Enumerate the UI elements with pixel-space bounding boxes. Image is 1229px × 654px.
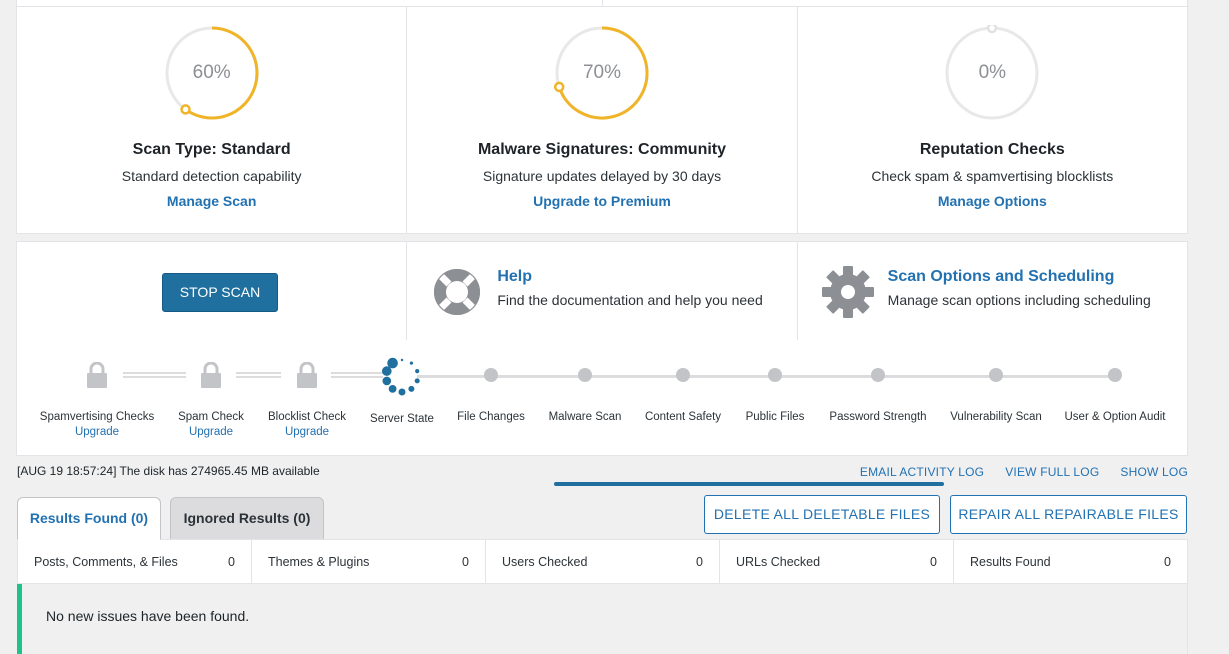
scan-stages: Spamvertising Checks Upgrade Spam Check Upg… (16, 340, 1188, 456)
stop-scan-cell: STOP SCAN (17, 242, 408, 340)
gear-icon (821, 266, 874, 318)
activity-log-message: [AUG 19 18:57:24] The disk has 274965.45… (17, 464, 320, 478)
help-description: Find the documentation and help you need (497, 292, 763, 308)
stat-value: 0 (696, 554, 703, 569)
stage-upgrade-link[interactable]: Upgrade (247, 426, 367, 438)
manage-scan-link[interactable]: Manage Scan (17, 193, 406, 209)
stage-node (1108, 368, 1122, 382)
manage-options-link[interactable]: Manage Options (798, 193, 1187, 209)
action-row: STOP SCAN Help Find the documentation an… (16, 241, 1188, 341)
tab-results-found[interactable]: Results Found (0) (17, 497, 161, 540)
stage-name: Public Files (745, 411, 805, 423)
view-full-log-link[interactable]: VIEW FULL LOG (1005, 465, 1099, 479)
upgrade-premium-link[interactable]: Upgrade to Premium (407, 193, 796, 209)
reputation-checks-card: 0% Reputation Checks Check spam & spamve… (798, 7, 1187, 233)
stat-value: 0 (462, 554, 469, 569)
stat-urls-checked: URLs Checked 0 (720, 540, 954, 583)
lock-icon (87, 362, 107, 388)
scan-type-gauge: 60% (164, 25, 260, 121)
notice-message: No new issues have been found. (46, 608, 250, 624)
stage-node (871, 368, 885, 382)
malware-signatures-card: 70% Malware Signatures: Community Signat… (407, 7, 798, 233)
delete-all-deletable-files-button[interactable]: DELETE ALL DELETABLE FILES (704, 495, 940, 534)
loading-spinner-icon (382, 357, 420, 396)
stat-value: 0 (930, 554, 937, 569)
stage-node (676, 368, 690, 382)
stat-label: URLs Checked (736, 554, 821, 569)
stage-upgrade-link[interactable]: Upgrade (37, 426, 157, 438)
stat-label: Themes & Plugins (268, 554, 370, 569)
stage-node (989, 368, 1003, 382)
lifebuoy-icon (434, 269, 481, 315)
scan-type-title: Scan Type: Standard (132, 141, 291, 158)
malware-signatures-gauge: 70% (553, 25, 650, 121)
stage-connector (236, 372, 281, 378)
stage-name: Password Strength (829, 411, 927, 423)
stage-name: Vulnerability Scan (950, 411, 1042, 423)
reputation-checks-gauge: 0% (944, 22, 1040, 121)
stat-label: Posts, Comments, & Files (34, 554, 178, 569)
stat-themes-plugins: Themes & Plugins 0 (252, 540, 486, 583)
tab-ignored-results[interactable]: Ignored Results (0) (170, 497, 324, 540)
malware-signatures-subtitle: Signature updates delayed by 30 days (482, 168, 722, 184)
scan-options-cell: Scan Options and Scheduling Manage scan … (798, 242, 1187, 340)
log-links: EMAIL ACTIVITY LOG VIEW FULL LOG SHOW LO… (860, 465, 1188, 479)
stage-track (417, 375, 1115, 378)
scan-options-link[interactable]: Scan Options and Scheduling (888, 268, 1115, 286)
reputation-checks-percent: 0% (978, 62, 1007, 83)
show-log-link[interactable]: SHOW LOG (1120, 465, 1188, 479)
stop-scan-button[interactable]: STOP SCAN (162, 273, 278, 312)
reputation-checks-subtitle: Check spam & spamvertising blocklists (871, 168, 1114, 184)
stat-users-checked: Users Checked 0 (486, 540, 720, 583)
scan-type-card: 60% Scan Type: Standard Standard detecti… (17, 7, 408, 233)
stage-name: Spamvertising Checks (39, 411, 155, 423)
no-issues-notice: No new issues have been found. (17, 584, 1188, 654)
stat-posts-comments-files: Posts, Comments, & Files 0 (18, 540, 252, 583)
malware-signatures-title: Malware Signatures: Community (477, 141, 727, 158)
reputation-checks-title: Reputation Checks (919, 141, 1065, 158)
email-activity-log-link[interactable]: EMAIL ACTIVITY LOG (860, 465, 984, 479)
lock-icon (201, 362, 221, 388)
repair-all-repairable-files-button[interactable]: REPAIR ALL REPAIRABLE FILES (950, 495, 1187, 534)
scan-progress-bar (554, 482, 944, 486)
scan-progress-fill (554, 482, 944, 486)
stage-node (484, 368, 498, 382)
scan-summary-cards: 60% Scan Type: Standard Standard detecti… (16, 6, 1188, 234)
stat-results-found: Results Found 0 (954, 540, 1187, 583)
stage-node (768, 368, 782, 382)
scan-type-percent: 60% (192, 62, 231, 83)
stage-node (578, 368, 592, 382)
help-cell: Help Find the documentation and help you… (407, 242, 798, 340)
help-link[interactable]: Help (497, 268, 532, 286)
stat-label: Results Found (970, 554, 1051, 569)
scan-type-subtitle: Standard detection capability (121, 168, 302, 184)
scan-options-description: Manage scan options including scheduling (887, 292, 1151, 308)
results-stats: Posts, Comments, & Files 0 Themes & Plugi… (17, 539, 1188, 584)
stat-label: Users Checked (502, 554, 588, 569)
lock-icon (297, 362, 317, 388)
malware-signatures-percent: 70% (582, 62, 621, 83)
stage-connector (123, 372, 186, 378)
stage-name: User & Option Audit (1064, 411, 1166, 423)
stat-value: 0 (1164, 554, 1171, 569)
stage-connector (331, 372, 383, 378)
stat-value: 0 (228, 554, 235, 569)
